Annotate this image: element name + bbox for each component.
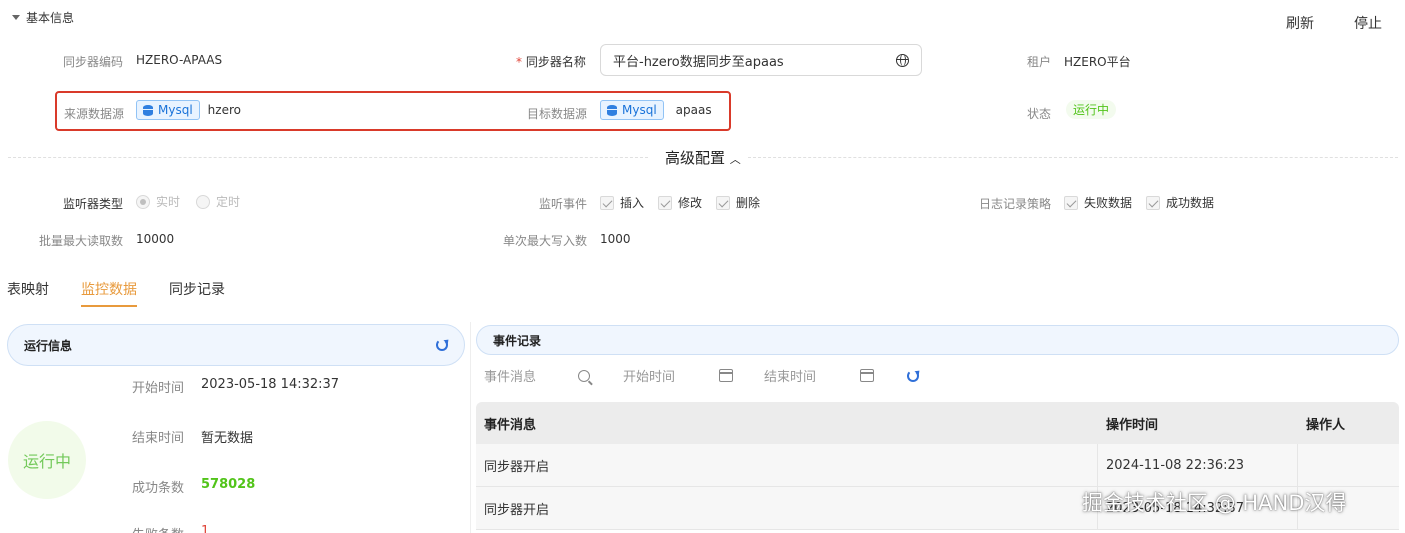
start-time-label: 开始时间 xyxy=(132,381,185,396)
events-checkbox-group: 插入 修改 删除 xyxy=(600,194,760,211)
tenant-label: 租户 xyxy=(1027,55,1052,69)
run-info-header: 运行信息 xyxy=(7,324,465,366)
caret-down-icon xyxy=(12,15,20,20)
tab-table-mapping[interactable]: 表映射 xyxy=(7,279,49,299)
end-time-value: 暂无数据 xyxy=(201,431,254,446)
checkbox-log-fail[interactable] xyxy=(1064,195,1078,210)
source-db-tag-label: Mysql xyxy=(158,103,193,117)
status-badge: 运行中 xyxy=(1066,100,1117,119)
table-row[interactable]: 同步器开启 2024-11-08 22:36:23 xyxy=(476,444,1399,487)
target-value: apaas xyxy=(675,103,712,117)
col-header-operator: 操作人 xyxy=(1306,417,1346,433)
checkbox-delete[interactable] xyxy=(716,195,731,210)
batch-read-value: 10000 xyxy=(136,232,175,246)
divider-right xyxy=(748,157,1398,158)
section-toggle-basic-info[interactable]: 基本信息 xyxy=(12,9,74,26)
radio-scheduled[interactable] xyxy=(196,194,211,209)
listener-type-radio-group: 实时 定时 xyxy=(136,193,240,210)
section-title: 基本信息 xyxy=(26,11,75,25)
source-label: 来源数据源 xyxy=(64,107,125,121)
radio-scheduled-label: 定时 xyxy=(216,195,241,209)
advanced-config-title: 高级配置 xyxy=(665,149,726,167)
fail-count-value: 1 xyxy=(201,524,210,533)
event-records-header: 事件记录 xyxy=(476,325,1399,355)
target-db-tag-label: Mysql xyxy=(622,103,657,117)
checkbox-insert-label: 插入 xyxy=(620,196,645,210)
fail-count-label: 失败条数 xyxy=(132,524,184,533)
chevron-up-icon: ︿ xyxy=(729,153,741,166)
refresh-icon[interactable] xyxy=(907,370,919,382)
database-icon xyxy=(607,104,617,116)
checkbox-log-fail-label: 失败数据 xyxy=(1084,196,1133,210)
source-value: hzero xyxy=(207,103,241,117)
checkbox-log-success-label: 成功数据 xyxy=(1166,196,1215,210)
code-value: HZERO-APAAS xyxy=(136,53,223,67)
log-strategy-label: 日志记录策略 xyxy=(979,197,1052,211)
start-time-value: 2023-05-18 14:32:37 xyxy=(201,377,340,392)
col-header-message: 事件消息 xyxy=(484,417,537,433)
run-info-title: 运行信息 xyxy=(24,338,73,353)
single-write-label: 单次最大写入数 xyxy=(503,234,588,248)
refresh-icon[interactable] xyxy=(436,339,448,351)
filter-start-time-input[interactable]: 开始时间 xyxy=(623,366,719,385)
filter-end-time-input[interactable]: 结束时间 xyxy=(764,366,860,385)
log-checkbox-group: 失败数据 成功数据 xyxy=(1064,194,1214,211)
watermark: 掘金技术社区 @ HAND汉得 xyxy=(1082,491,1347,515)
search-icon[interactable] xyxy=(578,369,590,382)
status-label: 状态 xyxy=(1027,107,1052,121)
checkbox-update[interactable] xyxy=(658,195,673,210)
filter-message-input[interactable]: 事件消息 xyxy=(484,366,578,385)
refresh-button[interactable]: 刷新 xyxy=(1286,13,1314,33)
divider-left xyxy=(8,157,648,158)
source-datasource: Mysql hzero xyxy=(136,100,241,120)
cell-operator xyxy=(1298,444,1399,486)
listener-type-label: 监听器类型 xyxy=(63,197,124,211)
database-icon xyxy=(143,104,153,116)
checkbox-update-label: 修改 xyxy=(678,196,703,210)
checkbox-insert[interactable] xyxy=(600,195,614,210)
source-db-tag: Mysql xyxy=(136,100,200,120)
calendar-icon[interactable] xyxy=(719,369,733,382)
success-count-value: 578028 xyxy=(201,477,256,492)
col-header-time: 操作时间 xyxy=(1106,417,1159,433)
calendar-icon[interactable] xyxy=(860,369,874,382)
end-time-label: 结束时间 xyxy=(132,431,185,446)
success-count-label: 成功条数 xyxy=(132,481,185,496)
single-write-value: 1000 xyxy=(600,232,631,246)
name-input-value: 平台-hzero数据同步至apaas xyxy=(613,54,784,70)
advanced-config-toggle[interactable]: 高级配置 ︿ xyxy=(663,147,743,168)
checkbox-delete-label: 删除 xyxy=(736,196,761,210)
tenant-value: HZERO平台 xyxy=(1064,55,1131,69)
target-datasource: Mysql apaas xyxy=(600,100,712,120)
name-label-text: 同步器名称 xyxy=(525,55,586,69)
code-label: 同步器编码 xyxy=(63,55,124,69)
tab-monitor-data[interactable]: 监控数据 xyxy=(81,279,137,299)
globe-icon[interactable] xyxy=(896,53,909,67)
batch-read-label: 批量最大读取数 xyxy=(39,234,124,248)
checkbox-log-success[interactable] xyxy=(1146,195,1161,210)
target-db-tag: Mysql xyxy=(600,100,664,120)
active-tab-indicator xyxy=(81,305,137,307)
name-label: * 同步器名称 xyxy=(516,53,586,70)
run-status-circle: 运行中 xyxy=(8,421,86,499)
tab-sync-records[interactable]: 同步记录 xyxy=(169,279,225,299)
table-header: 事件消息 操作时间 操作人 xyxy=(476,402,1399,444)
radio-realtime[interactable] xyxy=(136,194,150,209)
cell-message: 同步器开启 xyxy=(476,487,1098,529)
name-input[interactable]: 平台-hzero数据同步至apaas xyxy=(600,44,922,76)
cell-time: 2024-11-08 22:36:23 xyxy=(1098,444,1298,486)
required-mark: * xyxy=(516,55,522,69)
stop-button[interactable]: 停止 xyxy=(1354,13,1382,33)
target-label: 目标数据源 xyxy=(527,107,588,121)
radio-realtime-label: 实时 xyxy=(156,195,181,209)
panel-separator xyxy=(470,322,471,533)
event-records-title: 事件记录 xyxy=(493,333,542,348)
event-filter-bar: 事件消息 开始时间 结束时间 xyxy=(484,366,919,385)
cell-message: 同步器开启 xyxy=(476,444,1098,486)
events-label: 监听事件 xyxy=(539,197,588,211)
